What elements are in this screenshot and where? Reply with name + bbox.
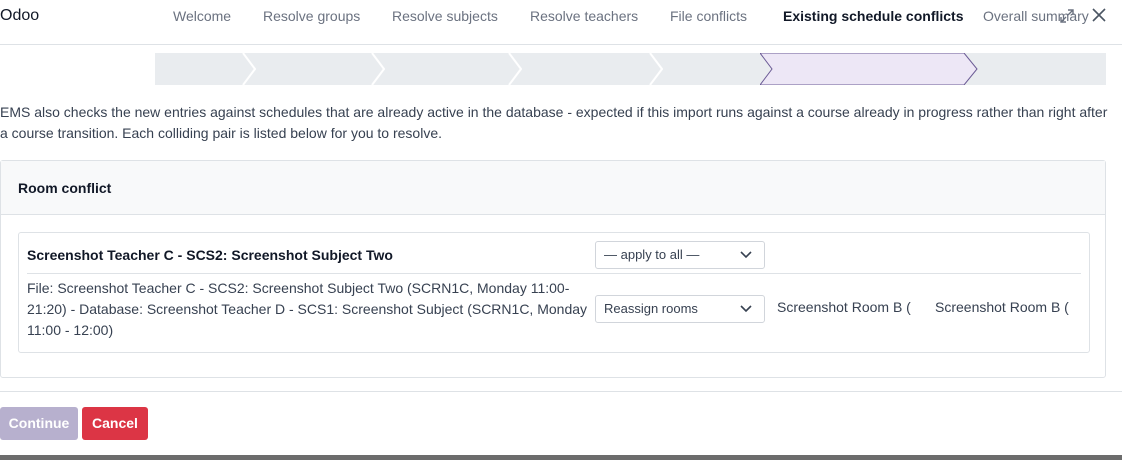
conflict-card: Room conflict Screenshot Teacher C - SCS… — [0, 160, 1106, 378]
apply-to-all-select[interactable]: — apply to all — — [595, 241, 765, 269]
room-field-file[interactable]: Screenshot Room B ( — [777, 299, 911, 315]
chevron-down-icon — [740, 305, 752, 313]
continue-button[interactable]: Continue — [0, 407, 78, 440]
resolution-select[interactable]: Reassign rooms — [595, 295, 765, 323]
intro-text: EMS also checks the new entries against … — [0, 104, 1108, 141]
apply-to-all-value: — apply to all — — [604, 247, 700, 262]
dialog-title: Odoo — [0, 7, 40, 24]
step-existing-schedule-conflicts[interactable]: Existing schedule conflicts — [783, 0, 964, 32]
step-separator — [508, 53, 522, 85]
footer-divider — [0, 391, 1122, 392]
step-resolve-groups[interactable]: Resolve groups — [263, 0, 360, 32]
step-separator — [371, 53, 385, 85]
pair-title: Screenshot Teacher C - SCS2: Screenshot … — [27, 247, 393, 263]
conflict-pair: Screenshot Teacher C - SCS2: Screenshot … — [18, 232, 1090, 353]
step-file-conflicts[interactable]: File conflicts — [670, 0, 747, 32]
step-resolve-teachers[interactable]: Resolve teachers — [530, 0, 638, 32]
chevron-down-icon — [740, 251, 752, 259]
window-bottom-edge — [0, 455, 1122, 460]
close-icon[interactable] — [1089, 5, 1109, 25]
step-resolve-subjects[interactable]: Resolve subjects — [392, 0, 498, 32]
cancel-button[interactable]: Cancel — [82, 407, 148, 440]
pair-description: File: Screenshot Teacher C - SCS2: Scree… — [27, 280, 588, 338]
active-step-highlight — [760, 53, 978, 85]
row-divider — [27, 273, 1081, 274]
conflict-card-header: Room conflict — [1, 161, 1105, 215]
step-welcome[interactable]: Welcome — [173, 0, 231, 32]
conflict-card-title: Room conflict — [18, 180, 112, 196]
step-separator — [242, 53, 256, 85]
resolution-value: Reassign rooms — [604, 301, 698, 316]
room-field-database[interactable]: Screenshot Room B ( — [935, 299, 1069, 315]
step-separator — [649, 53, 663, 85]
step-overall-summary[interactable]: Overall summary — [983, 0, 1089, 32]
